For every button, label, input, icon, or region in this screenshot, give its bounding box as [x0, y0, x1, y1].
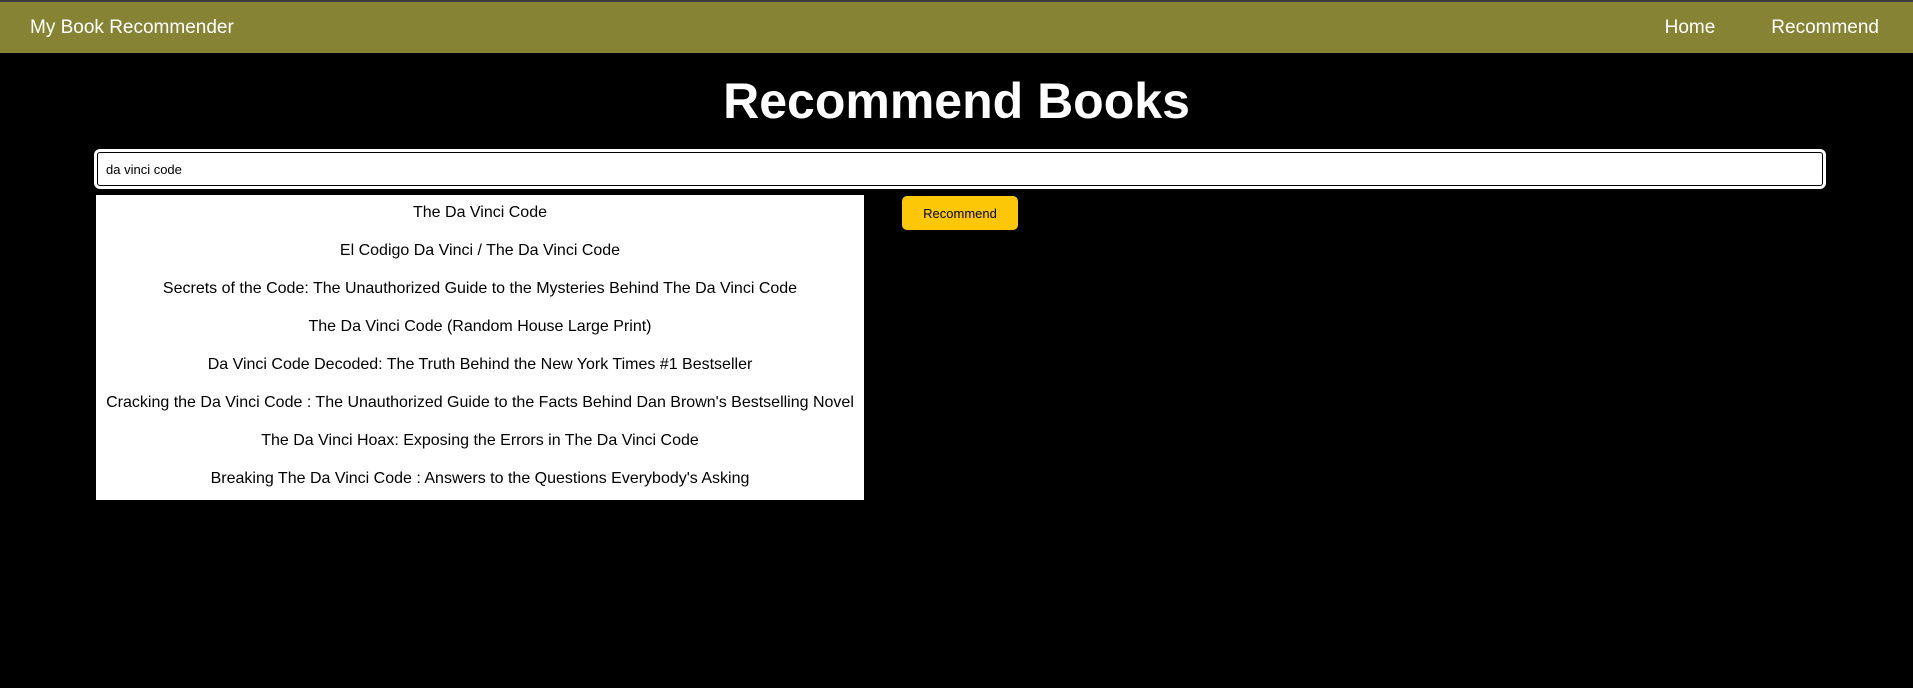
search-input[interactable]	[96, 151, 1824, 187]
suggestion-item[interactable]: The Da Vinci Hoax: Exposing the Errors i…	[96, 427, 864, 465]
search-field	[94, 149, 1826, 189]
suggestion-list: The Da Vinci Code El Codigo Da Vinci / T…	[96, 195, 864, 500]
suggestion-item[interactable]: El Codigo Da Vinci / The Da Vinci Code	[96, 237, 864, 275]
suggestion-item[interactable]: The Da Vinci Code	[96, 199, 864, 237]
nav-link-home[interactable]: Home	[1665, 17, 1716, 39]
suggestion-item[interactable]: Breaking The Da Vinci Code : Answers to …	[96, 465, 864, 503]
brand-link[interactable]: My Book Recommender	[30, 17, 234, 39]
page-title: Recommend Books	[723, 73, 1190, 129]
suggestion-item[interactable]: Cracking the Da Vinci Code : The Unautho…	[96, 389, 864, 427]
nav-link-recommend[interactable]: Recommend	[1771, 17, 1879, 39]
recommend-button[interactable]: Recommend	[902, 196, 1018, 230]
suggestion-item[interactable]: Da Vinci Code Decoded: The Truth Behind …	[96, 351, 864, 389]
suggestion-item[interactable]: The Da Vinci Code (Random House Large Pr…	[96, 313, 864, 351]
suggestion-item[interactable]: Secrets of the Code: The Unauthorized Gu…	[96, 275, 864, 313]
navbar: My Book Recommender Home Recommend	[0, 0, 1913, 53]
nav-links: Home Recommend	[1609, 17, 1879, 39]
